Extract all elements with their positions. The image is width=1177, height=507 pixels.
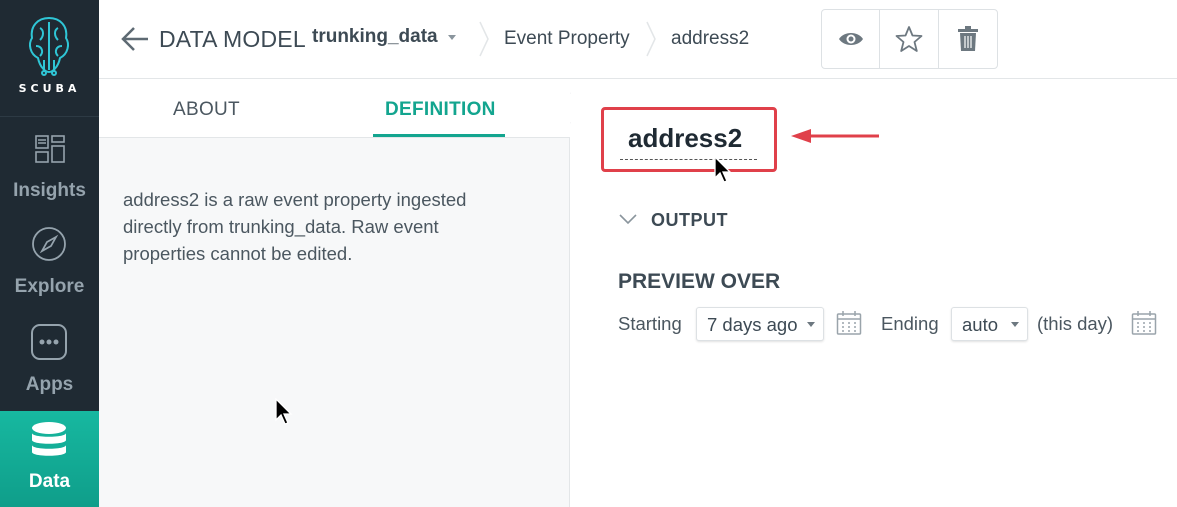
chevron-down-icon[interactable] <box>448 35 456 40</box>
scuba-logo[interactable]: SCUBA <box>0 0 99 117</box>
ending-select[interactable]: auto <box>951 307 1028 341</box>
starting-label: Starting <box>618 313 682 334</box>
sidebar-item-insights[interactable]: Insights <box>0 118 99 214</box>
mouse-cursor-icon <box>275 398 293 425</box>
property-name-highlight: address2 <box>601 107 777 172</box>
mouse-cursor-icon <box>714 156 732 183</box>
back-arrow-icon[interactable] <box>120 24 150 54</box>
ending-value: auto <box>962 314 999 335</box>
database-icon <box>32 422 66 456</box>
chevron-down-icon <box>1011 322 1019 327</box>
chevron-down-icon[interactable] <box>619 213 637 225</box>
breadcrumb-current: address2 <box>671 28 750 49</box>
calendar-icon[interactable] <box>836 310 862 336</box>
logo-text: SCUBA <box>18 82 81 95</box>
toolbar <box>821 9 998 69</box>
tab-bar: ABOUT DEFINITION <box>99 80 570 138</box>
sidebar-item-label: Explore <box>14 276 85 297</box>
property-name[interactable]: address2 <box>628 123 742 154</box>
sidebar: SCUBA Insights Explore Apps Data <box>0 0 99 507</box>
ending-suffix: (this day) <box>1037 313 1114 334</box>
sidebar-item-apps[interactable]: Apps <box>0 312 99 408</box>
about-description: address2 is a raw event property ingeste… <box>123 189 467 264</box>
tab-definition[interactable]: DEFINITION <box>385 99 496 121</box>
left-panel: ABOUT DEFINITION address2 is a raw event… <box>99 80 570 507</box>
annotation-arrow-icon <box>791 129 879 143</box>
sidebar-item-label: Data <box>28 471 71 492</box>
tab-about[interactable]: ABOUT <box>173 99 240 121</box>
sidebar-item-explore[interactable]: Explore <box>0 214 99 310</box>
output-section-toggle[interactable]: OUTPUT <box>651 210 728 231</box>
sidebar-item-label: Apps <box>25 374 74 395</box>
delete-button[interactable] <box>939 10 997 68</box>
sidebar-item-data[interactable]: Data <box>0 411 99 507</box>
starting-value: 7 days ago <box>707 314 798 335</box>
active-tab-indicator <box>373 134 505 137</box>
breadcrumb-separator-icon <box>479 21 489 57</box>
ending-label: Ending <box>881 313 939 334</box>
breadcrumb-separator-icon <box>646 21 656 57</box>
apps-grid-icon <box>31 324 67 360</box>
editable-underline <box>620 159 757 160</box>
preview-button[interactable] <box>822 10 881 68</box>
header: DATA MODEL trunking_data Event Property … <box>99 0 1177 79</box>
brain-logo-icon <box>29 17 69 76</box>
section-title: DATA MODEL <box>159 26 306 52</box>
definition-panel: address2 OUTPUT PREVIEW OVER Starting 7 … <box>571 80 1177 507</box>
breadcrumb-event-property[interactable]: Event Property <box>504 28 630 50</box>
starting-select[interactable]: 7 days ago <box>696 307 824 341</box>
insights-icon <box>35 135 65 163</box>
star-icon <box>895 26 923 52</box>
dataset-selector[interactable]: trunking_data <box>312 26 438 48</box>
trash-icon <box>957 26 978 51</box>
compass-icon <box>32 227 66 261</box>
favorite-button[interactable] <box>880 10 939 68</box>
calendar-icon[interactable] <box>1131 310 1157 336</box>
chevron-down-icon <box>807 322 815 327</box>
preview-title: PREVIEW OVER <box>618 270 781 293</box>
eye-icon <box>838 33 863 45</box>
sidebar-item-label: Insights <box>13 180 86 201</box>
